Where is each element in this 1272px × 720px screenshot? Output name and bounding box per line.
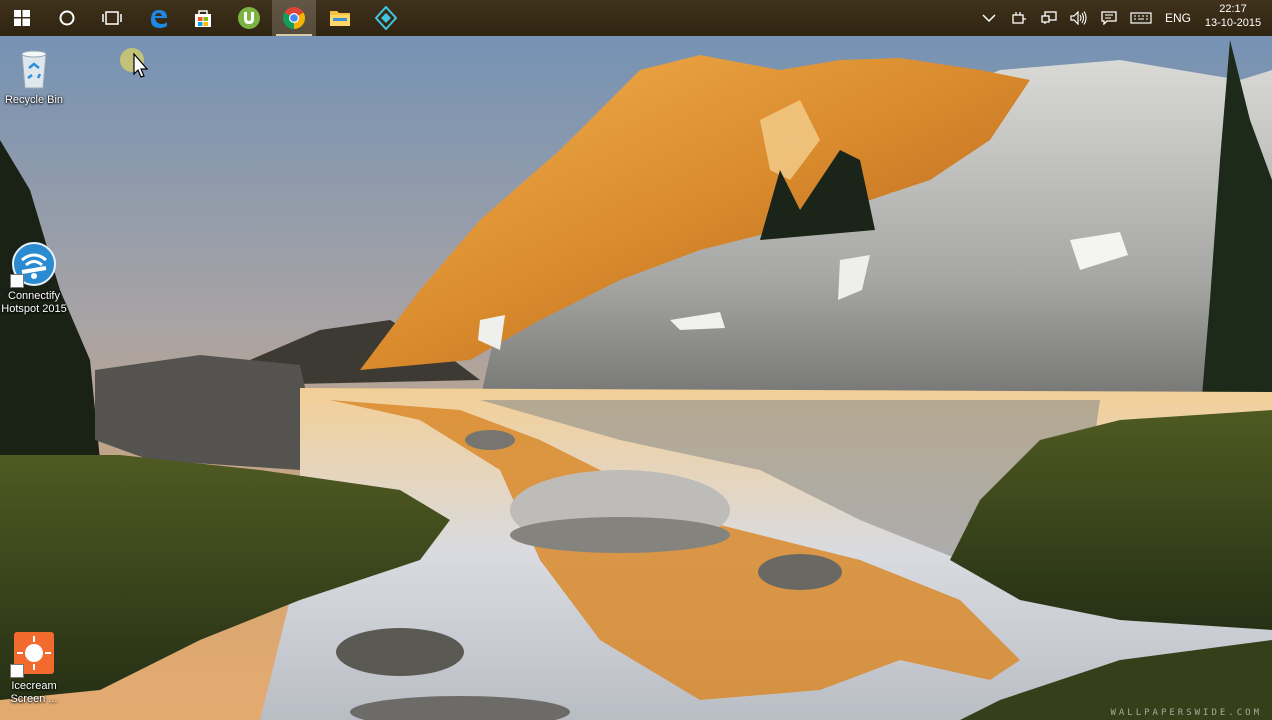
- chrome-icon: [283, 7, 305, 29]
- search-circle-icon: [59, 10, 75, 26]
- diamond-app-icon: [375, 6, 397, 30]
- file-explorer-button[interactable]: [318, 0, 362, 36]
- tray-action-center-button[interactable]: [1096, 0, 1122, 36]
- windows-logo-icon: [14, 10, 30, 26]
- clock-date: 13-10-2015: [1204, 17, 1262, 29]
- chrome-button[interactable]: [272, 0, 316, 36]
- store-icon: [195, 10, 211, 27]
- network-icon: [1041, 11, 1057, 24]
- desktop-icon-label: Connectify Hotspot 2015: [1, 290, 67, 315]
- shortcut-arrow-icon: [10, 664, 24, 678]
- desktop-icon-recycle-bin[interactable]: Recycle Bin: [0, 44, 70, 107]
- store-button[interactable]: [181, 0, 225, 36]
- desktop: Recycle Bin Connectify Hotspot 2015 Icec…: [0, 0, 1272, 720]
- icecream-recorder-icon: [10, 630, 58, 678]
- task-view-button[interactable]: [90, 0, 134, 36]
- edge-icon: [151, 10, 167, 28]
- desktop-icon-label: Icecream Screen ...: [10, 680, 58, 705]
- taskbar-clock[interactable]: 22:17 13-10-2015: [1200, 2, 1266, 30]
- clock-time: 22:17: [1219, 3, 1247, 15]
- tray-keyboard-button[interactable]: [1128, 0, 1154, 36]
- taskbar: ENG 22:17 13-10-2015: [0, 0, 1272, 36]
- desktop-icon-connectify[interactable]: Connectify Hotspot 2015: [0, 240, 70, 316]
- message-icon: [1101, 11, 1117, 25]
- app-diamond-button[interactable]: [364, 0, 408, 36]
- keyboard-icon: [1130, 12, 1152, 24]
- tray-power-icon-button[interactable]: [1006, 0, 1032, 36]
- start-button[interactable]: [0, 0, 44, 36]
- power-plug-icon: [1012, 12, 1026, 24]
- edge-button[interactable]: [136, 0, 180, 36]
- desktop-icon-icecream[interactable]: Icecream Screen ...: [0, 630, 70, 706]
- tray-volume-button[interactable]: [1066, 0, 1092, 36]
- language-indicator[interactable]: ENG: [1165, 0, 1191, 36]
- cortana-search-button[interactable]: [45, 0, 89, 36]
- shortcut-arrow-icon: [10, 274, 24, 288]
- mouse-cursor-icon: [120, 48, 149, 78]
- task-view-icon: [102, 11, 122, 25]
- connectify-wifi-icon: [10, 240, 58, 288]
- utorrent-icon: [238, 7, 260, 29]
- desktop-icon-label: Recycle Bin: [4, 94, 64, 106]
- show-hidden-icons-button[interactable]: [976, 0, 1002, 36]
- wallpaper-watermark: WALLPAPERSWIDE.COM: [1110, 708, 1262, 718]
- utorrent-button[interactable]: [227, 0, 271, 36]
- speaker-icon: [1070, 11, 1087, 25]
- tray-network-button[interactable]: [1036, 0, 1062, 36]
- chevron-up-icon: [982, 14, 996, 23]
- wallpaper: [0, 0, 1272, 720]
- recycle-bin-icon: [10, 44, 58, 92]
- folder-icon: [330, 11, 350, 26]
